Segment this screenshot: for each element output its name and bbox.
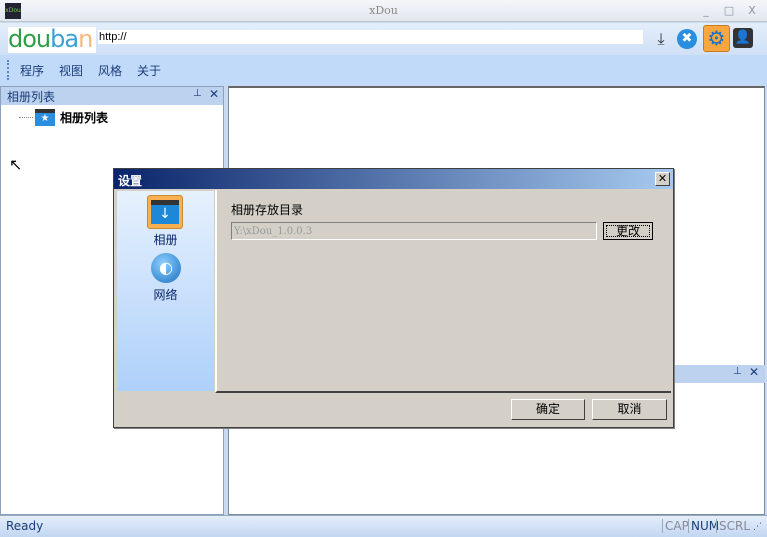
pane-header: 相册列表 ⊥ ✕ — [1, 87, 223, 105]
settings-dialog: 设置 ✕ ↓ 相册 ◐ 网络 相册存放目录 更改 确定 取消 — [113, 168, 674, 428]
pane-close-icon[interactable]: ✕ — [209, 87, 219, 101]
status-bar: Ready CAP NUM SCRL ⋰ — [0, 515, 767, 537]
stop-icon[interactable]: ✖ — [677, 29, 697, 49]
bottom-dock-header: ⊥ ✕ — [673, 365, 765, 383]
menu-style[interactable]: 风格 — [98, 62, 122, 79]
album-dir-input[interactable] — [231, 222, 597, 240]
toolbar-grip[interactable] — [7, 60, 9, 80]
url-input[interactable] — [98, 30, 643, 44]
sidebar-label-album[interactable]: 相册 — [117, 231, 214, 248]
tree-item-album-list[interactable]: 相册列表 — [60, 109, 108, 126]
cap-indicator: CAP — [662, 519, 689, 533]
globe-icon[interactable]: ◐ — [151, 253, 181, 283]
menu-view[interactable]: 视图 — [59, 62, 83, 79]
menu-bar: 程序 视图 风格 关于 — [0, 55, 767, 85]
pin-icon[interactable]: ⊥ — [193, 88, 202, 99]
user-icon[interactable]: 👤 — [733, 28, 753, 48]
download-icon[interactable]: ⤓ — [649, 27, 673, 51]
num-indicator: NUM — [688, 519, 719, 533]
sidebar-item-album-selected[interactable]: ↓ — [147, 195, 183, 229]
pin-icon[interactable]: ⊥ — [733, 366, 742, 377]
close-button[interactable]: X — [745, 4, 759, 18]
menu-about[interactable]: 关于 — [137, 62, 161, 79]
settings-sidebar: ↓ 相册 ◐ 网络 — [117, 191, 214, 391]
album-download-icon: ↓ — [151, 200, 179, 224]
dialog-close-button[interactable]: ✕ — [655, 172, 670, 186]
field-label-album-dir: 相册存放目录 — [231, 203, 304, 217]
minimize-button[interactable]: _ — [699, 4, 713, 18]
dialog-title: 设置 — [118, 174, 143, 188]
toolbar: douban ⤓ ✖ ⚙ 👤 — [0, 23, 767, 55]
ok-button[interactable]: 确定 — [511, 399, 585, 420]
change-button[interactable]: 更改 — [603, 222, 653, 240]
tree-line — [19, 117, 33, 118]
status-text: Ready — [6, 519, 44, 533]
scrl-indicator: SCRL — [716, 519, 750, 533]
settings-icon[interactable]: ⚙ — [703, 25, 730, 52]
mouse-cursor: ↖ — [9, 155, 23, 174]
settings-panel: 相册存放目录 更改 — [215, 190, 671, 393]
sidebar-label-network[interactable]: 网络 — [117, 286, 214, 303]
cancel-button[interactable]: 取消 — [592, 399, 667, 420]
resize-grip[interactable]: ⋰ — [753, 522, 762, 532]
douban-logo: douban — [8, 27, 96, 53]
menu-program[interactable]: 程序 — [20, 62, 44, 79]
album-folder-icon: ★ — [35, 109, 55, 126]
pane-title: 相册列表 — [7, 90, 56, 104]
dialog-title-bar: 设置 ✕ — [114, 169, 673, 189]
maximize-button[interactable]: □ — [722, 4, 736, 18]
pane-close-icon[interactable]: ✕ — [749, 365, 759, 379]
window-title: xDou — [369, 4, 398, 17]
title-bar: xDou xDou _ □ X — [0, 0, 767, 22]
